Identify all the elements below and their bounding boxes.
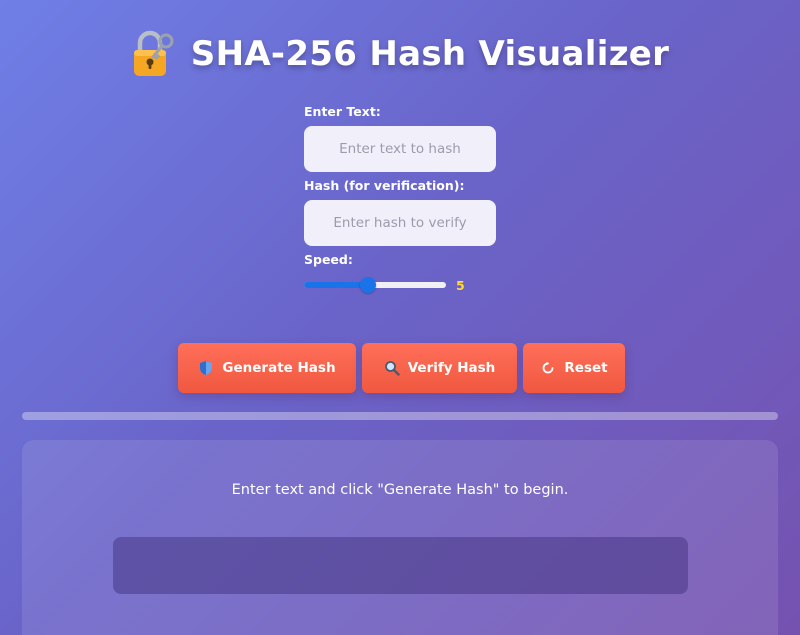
speed-control: 5 <box>304 274 504 296</box>
shield-icon <box>198 360 214 376</box>
verify-hash-button[interactable]: Verify Hash <box>362 343 517 393</box>
status-message: Enter text and click "Generate Hash" to … <box>231 482 569 498</box>
refresh-icon <box>540 360 556 376</box>
hash-form: Enter Text: Hash (for verification): Spe… <box>304 104 504 296</box>
text-input[interactable] <box>304 126 496 172</box>
magnifier-icon <box>384 360 400 376</box>
page-title: SHA-256 Hash Visualizer <box>190 34 670 74</box>
hash-output-box <box>113 537 688 594</box>
hash-verify-input[interactable] <box>304 200 496 246</box>
lock-with-key-icon <box>131 29 177 79</box>
progress-bar <box>22 412 778 420</box>
verify-hash-label: Verify Hash <box>407 360 496 376</box>
speed-value: 5 <box>456 277 465 293</box>
output-panel: Enter text and click "Generate Hash" to … <box>22 440 778 635</box>
generate-hash-label: Generate Hash <box>222 360 336 376</box>
generate-hash-button[interactable]: Generate Hash <box>178 343 356 393</box>
speed-slider-fill <box>304 282 368 288</box>
speed-slider[interactable] <box>304 277 446 293</box>
hash-input-label: Hash (for verification): <box>304 178 465 193</box>
speed-label: Speed: <box>304 252 353 267</box>
reset-label: Reset <box>564 360 608 376</box>
reset-button[interactable]: Reset <box>523 343 625 393</box>
app-header: SHA-256 Hash Visualizer <box>0 22 800 86</box>
text-input-label: Enter Text: <box>304 104 381 119</box>
action-buttons: Generate Hash Verify Hash Reset <box>178 343 625 393</box>
speed-slider-thumb[interactable] <box>359 277 376 293</box>
